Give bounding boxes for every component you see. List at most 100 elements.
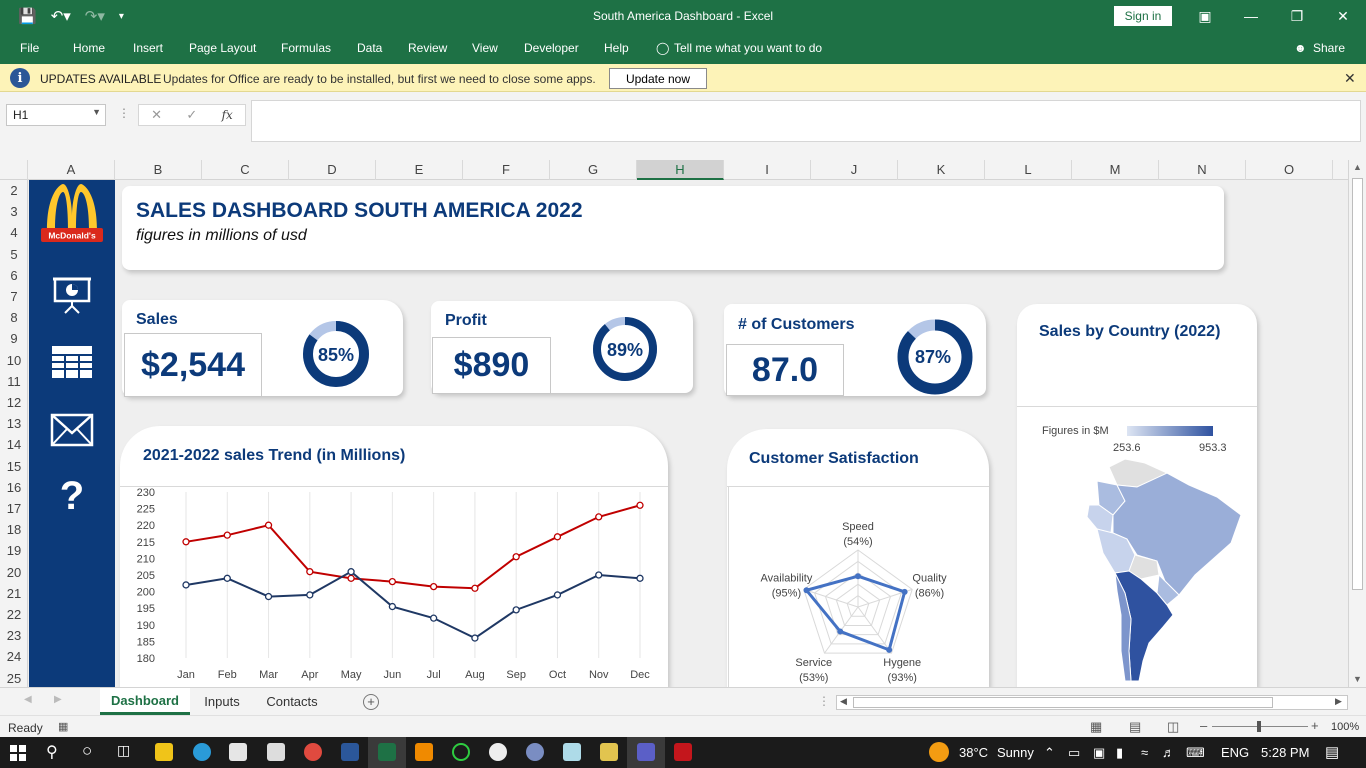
row-header-8[interactable]: 8	[0, 310, 28, 325]
row-header-22[interactable]: 22	[0, 607, 28, 622]
row-header-6[interactable]: 6	[0, 268, 28, 283]
minimize-icon[interactable]: —	[1228, 0, 1274, 32]
scroll-thumb[interactable]	[1352, 178, 1363, 590]
row-header-12[interactable]: 12	[0, 395, 28, 410]
row-header-3[interactable]: 3	[0, 204, 28, 219]
column-header-a[interactable]: A	[28, 160, 115, 180]
mail-icon[interactable]	[50, 408, 94, 452]
column-header-m[interactable]: M	[1072, 160, 1159, 180]
column-header-o[interactable]: O	[1246, 160, 1333, 180]
insert-function-icon[interactable]: fx	[222, 108, 233, 122]
input-language[interactable]: ENG	[1221, 745, 1249, 760]
data-point[interactable]	[471, 634, 479, 642]
formula-bar-grip-icon[interactable]: ⋮	[118, 106, 130, 120]
sheet-tab-inputs[interactable]: Inputs	[192, 688, 252, 715]
data-point[interactable]	[388, 602, 397, 611]
data-point[interactable]	[595, 513, 603, 521]
row-header-17[interactable]: 17	[0, 501, 28, 516]
wifi-icon[interactable]: ≈	[1141, 745, 1148, 760]
keyboard-icon[interactable]: ⌨	[1186, 745, 1205, 761]
clock-time[interactable]: 5:28 PM	[1261, 745, 1309, 760]
help-icon[interactable]: ?	[50, 474, 94, 518]
sign-in-button[interactable]: Sign in	[1114, 6, 1172, 26]
row-header-24[interactable]: 24	[0, 649, 28, 664]
vlc-icon[interactable]	[415, 743, 433, 761]
row-header-14[interactable]: 14	[0, 437, 28, 452]
normal-view-icon[interactable]: ▦	[1090, 719, 1102, 735]
tab-page-layout[interactable]: Page Layout	[189, 41, 256, 55]
scroll-down-icon[interactable]: ▼	[1353, 674, 1362, 684]
column-header-g[interactable]: G	[550, 160, 637, 180]
zoom-out-icon[interactable]: –	[1200, 718, 1207, 733]
linux-app-icon[interactable]	[489, 743, 507, 761]
row-header-23[interactable]: 23	[0, 628, 28, 643]
data-point[interactable]	[512, 553, 520, 561]
ribbon-display-icon[interactable]: ▣	[1182, 0, 1228, 32]
table-icon[interactable]	[50, 340, 94, 384]
data-point[interactable]	[182, 538, 190, 546]
data-point[interactable]	[636, 574, 644, 582]
hscroll-right-icon[interactable]: ▶	[1335, 696, 1342, 707]
column-header-k[interactable]: K	[898, 160, 985, 180]
sheet-tab-contacts[interactable]: Contacts	[254, 688, 330, 715]
acrobat-icon[interactable]	[674, 743, 692, 761]
undo-icon[interactable]: ↶▾	[51, 7, 71, 25]
tab-scroll-left-icon[interactable]: ◀	[24, 694, 32, 705]
zoom-in-icon[interactable]: +	[1311, 718, 1319, 733]
chrome-icon[interactable]	[304, 743, 322, 761]
search-icon[interactable]: ⚲	[46, 742, 58, 762]
row-header-7[interactable]: 7	[0, 289, 28, 304]
row-header-25[interactable]: 25	[0, 671, 28, 686]
customize-qat-icon[interactable]: ▾	[119, 11, 124, 22]
radar-point[interactable]	[901, 588, 908, 595]
save-icon[interactable]: 💾	[18, 7, 37, 25]
excel-icon[interactable]	[378, 743, 396, 761]
data-point[interactable]	[471, 584, 479, 592]
row-header-21[interactable]: 21	[0, 586, 28, 601]
zoom-level[interactable]: 100%	[1331, 721, 1359, 733]
hscroll-thumb[interactable]	[853, 697, 1273, 708]
row-header-16[interactable]: 16	[0, 480, 28, 495]
volume-icon[interactable]: ♬	[1162, 745, 1175, 760]
chevron-up-icon[interactable]: ⌃	[1044, 745, 1055, 761]
task-view-icon[interactable]: ◫	[117, 742, 130, 759]
row-header-20[interactable]: 20	[0, 565, 28, 580]
notifications-icon[interactable]: ▤	[1325, 743, 1339, 761]
store-icon[interactable]	[229, 743, 247, 761]
column-header-h[interactable]: H	[637, 160, 724, 180]
presentation-icon[interactable]	[50, 272, 94, 316]
weather-sun-icon[interactable]	[929, 742, 949, 762]
row-header-19[interactable]: 19	[0, 543, 28, 558]
tab-formulas[interactable]: Formulas	[281, 41, 331, 55]
close-notification-icon[interactable]: ✕	[1344, 70, 1356, 87]
meet-now-icon[interactable]: ▣	[1093, 745, 1105, 761]
cancel-icon[interactable]: ✕	[151, 107, 162, 123]
file-explorer-icon[interactable]	[155, 743, 173, 761]
radar-point[interactable]	[837, 628, 844, 635]
data-point[interactable]	[388, 577, 397, 586]
edge-icon[interactable]	[193, 743, 211, 761]
enter-icon[interactable]: ✓	[186, 107, 197, 123]
data-point[interactable]	[347, 574, 355, 582]
cortana-icon[interactable]: ○	[82, 741, 92, 761]
macro-record-icon[interactable]: ▦	[58, 720, 68, 733]
data-point[interactable]	[264, 592, 273, 601]
tab-home[interactable]: Home	[73, 41, 105, 55]
radar-point[interactable]	[886, 646, 893, 653]
chevron-down-icon[interactable]: ▼	[92, 107, 101, 117]
data-point[interactable]	[223, 574, 231, 582]
data-point[interactable]	[223, 531, 231, 539]
r-app-icon[interactable]	[526, 743, 544, 761]
column-header-l[interactable]: L	[985, 160, 1072, 180]
row-header-15[interactable]: 15	[0, 459, 28, 474]
row-header-10[interactable]: 10	[0, 353, 28, 368]
horizontal-scrollbar[interactable]: ◀ ▶	[836, 695, 1348, 710]
row-header-5[interactable]: 5	[0, 247, 28, 262]
tab-data[interactable]: Data	[357, 41, 382, 55]
data-point[interactable]	[264, 521, 273, 529]
weather-condition[interactable]: Sunny	[997, 745, 1034, 760]
data-point[interactable]	[553, 533, 562, 541]
sync-app-icon[interactable]	[452, 743, 470, 761]
row-header-11[interactable]: 11	[0, 374, 28, 389]
weather-temperature[interactable]: 38°C	[959, 745, 988, 760]
